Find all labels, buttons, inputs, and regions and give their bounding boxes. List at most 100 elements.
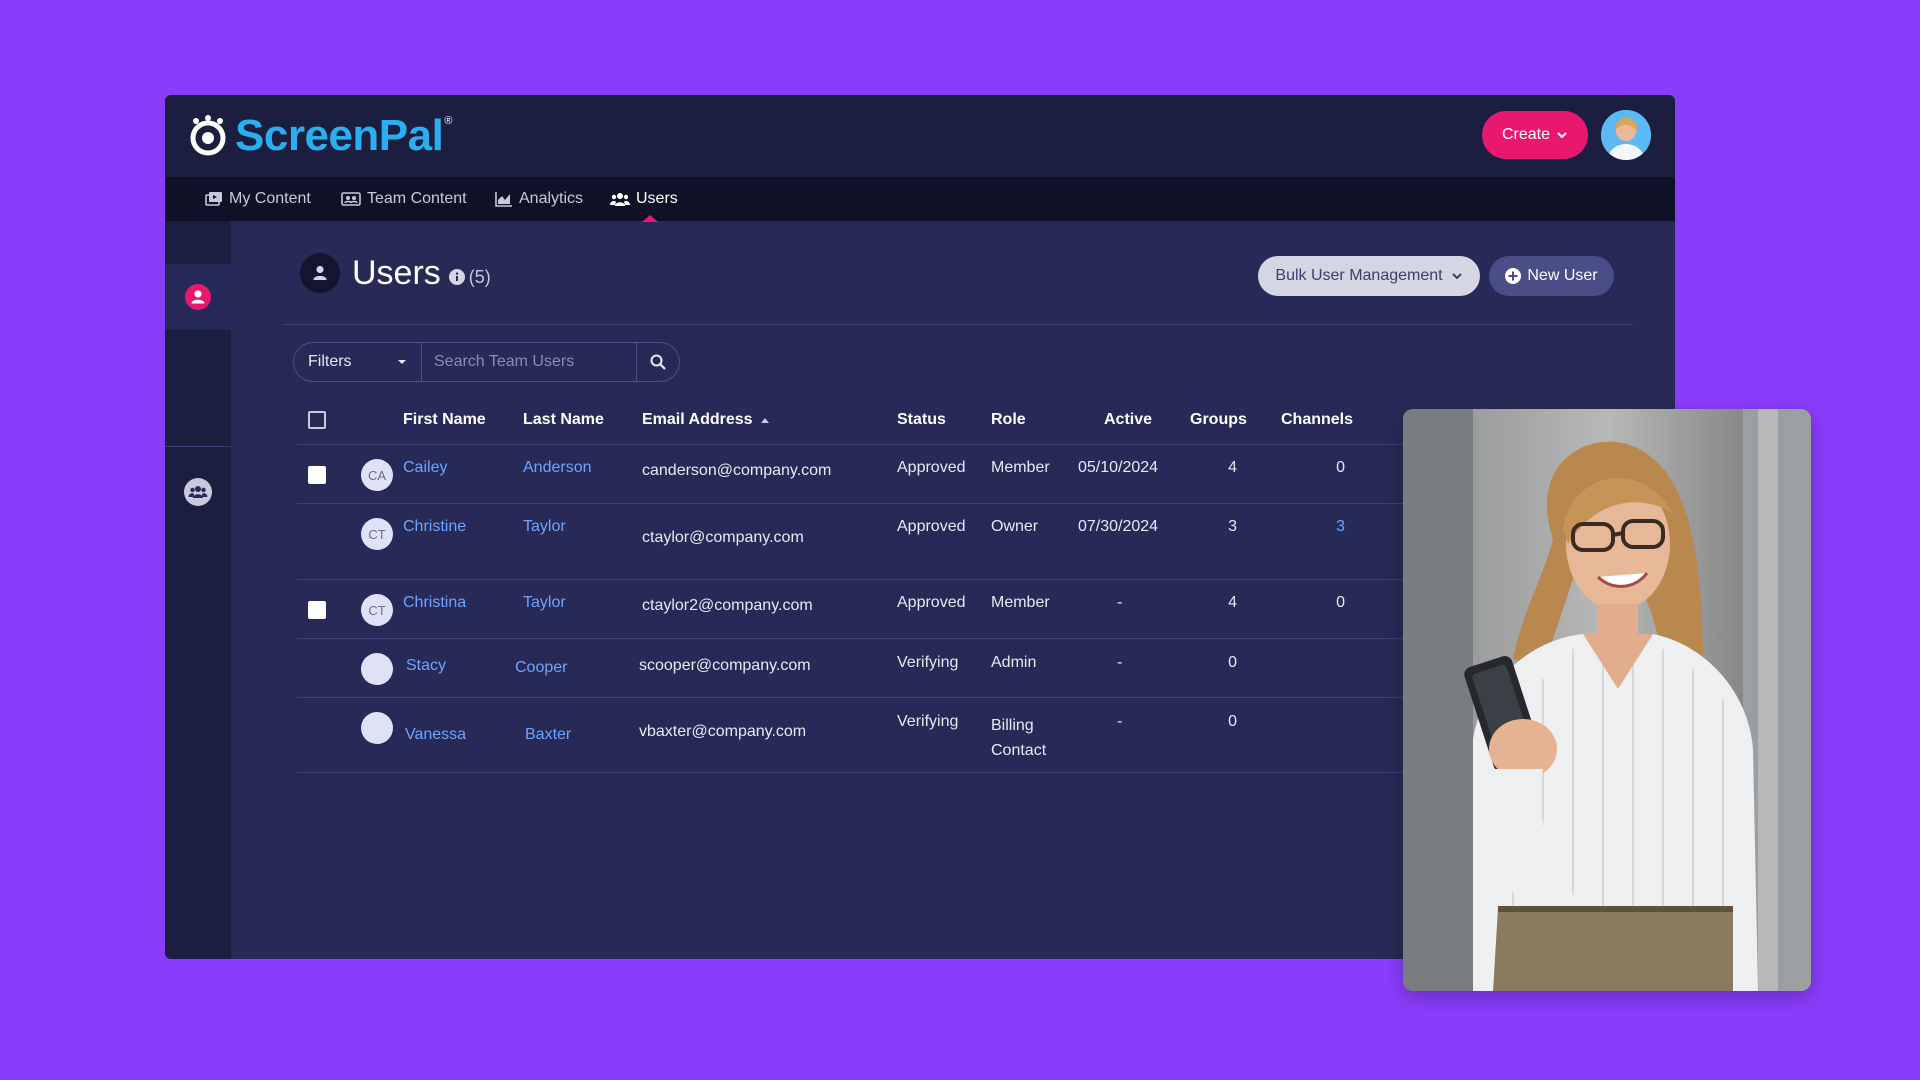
email-cell: scooper@company.com (639, 657, 811, 674)
main-nav: My Content Team Content Analytics Users (165, 177, 1675, 221)
page-title: Users (352, 253, 441, 292)
role-cell: Owner (991, 518, 1039, 535)
col-active[interactable]: Active (1104, 400, 1152, 440)
first-name-link[interactable]: Cailey (403, 459, 447, 477)
channels-link[interactable]: 3 (1297, 518, 1345, 536)
col-email-address-label: Email Address (642, 411, 753, 428)
person-icon (313, 265, 327, 280)
groups-icon (184, 478, 212, 506)
user-count: (5) (468, 266, 491, 287)
col-channels[interactable]: Channels (1281, 400, 1353, 440)
screenpal-logo-icon (190, 115, 226, 156)
brand-name: ScreenPal (235, 111, 444, 160)
active-tab-indicator (642, 215, 658, 222)
screenpal-logo[interactable]: ScreenPal ® (187, 111, 453, 160)
table-row[interactable]: CA Cailey Anderson canderson@company.com… (297, 444, 1557, 503)
nav-users-label: Users (636, 190, 678, 207)
last-name-link[interactable]: Taylor (523, 594, 566, 612)
active-date-cell: - (1117, 713, 1123, 730)
top-bar: ScreenPal ® Create (165, 95, 1675, 177)
user-icon (185, 284, 211, 310)
avatar: CT (361, 594, 393, 626)
avatar (361, 712, 393, 744)
role-cell: Billing Contact (991, 717, 1047, 759)
role-cell: Member (991, 594, 1050, 611)
row-checkbox[interactable] (308, 601, 326, 619)
role-cell: Member (991, 459, 1050, 476)
last-name-link[interactable]: Baxter (525, 726, 571, 744)
table-row[interactable]: CT Christine Taylor ctaylor@company.com … (297, 503, 1557, 579)
avatar: CT (361, 518, 393, 550)
first-name-link[interactable]: Stacy (406, 657, 446, 675)
create-button[interactable]: Create (1482, 111, 1588, 159)
sidebar-divider (165, 446, 231, 447)
table-row[interactable]: Vanessa Baxter vbaxter@company.com Verif… (297, 697, 1557, 773)
select-all-checkbox[interactable] (308, 411, 326, 429)
role-cell: Admin (991, 654, 1037, 671)
table-row[interactable]: CT Christina Taylor ctaylor2@company.com… (297, 579, 1557, 638)
last-name-link[interactable]: Anderson (523, 459, 592, 477)
chevron-down-icon (1557, 132, 1567, 139)
nav-analytics-label: Analytics (519, 190, 584, 207)
sidebar-item-groups[interactable] (165, 459, 231, 525)
nav-analytics[interactable]: Analytics (495, 177, 583, 221)
groups-cell: 0 (1228, 713, 1237, 730)
nav-my-content[interactable]: My Content (205, 177, 311, 221)
search-input[interactable] (422, 343, 637, 381)
search-button[interactable] (637, 343, 679, 381)
plus-circle-icon (1505, 268, 1522, 284)
last-name-link[interactable]: Cooper (515, 659, 567, 677)
info-icon[interactable] (448, 269, 465, 285)
col-email-address[interactable]: Email Address (642, 400, 770, 440)
col-last-name[interactable]: Last Name (523, 400, 604, 440)
groups-cell: 3 (1228, 518, 1237, 535)
groups-cell: 4 (1228, 594, 1237, 611)
user-avatar[interactable] (1601, 110, 1651, 160)
email-cell: vbaxter@company.com (639, 723, 807, 740)
nav-my-content-label: My Content (229, 190, 311, 207)
avatar: CA (361, 459, 393, 491)
first-name-link[interactable]: Christina (403, 594, 466, 612)
create-button-label: Create (1501, 126, 1551, 143)
filters-label: Filters (308, 353, 352, 370)
email-cell: ctaylor2@company.com (642, 597, 813, 614)
woman-with-phone-illustration (1403, 409, 1811, 991)
col-first-name[interactable]: First Name (403, 400, 486, 440)
nav-team-content[interactable]: Team Content (341, 177, 467, 221)
last-name-link[interactable]: Taylor (523, 518, 566, 536)
page-user-icon (300, 253, 340, 293)
filters-dropdown[interactable]: Filters (294, 343, 422, 381)
search-icon (650, 354, 666, 370)
header-divider (283, 324, 1633, 325)
groups-cell: 0 (1228, 654, 1237, 671)
sort-ascending-icon (761, 417, 770, 423)
analytics-icon (495, 192, 512, 207)
status-cell: Verifying (897, 713, 959, 730)
brand-registered-mark: ® (444, 115, 453, 127)
first-name-link[interactable]: Vanessa (405, 726, 466, 744)
status-cell: Verifying (897, 654, 959, 671)
active-date-cell: 07/30/2024 (1078, 518, 1159, 535)
user-avatar-photo (1601, 110, 1651, 160)
col-groups[interactable]: Groups (1190, 400, 1247, 440)
active-date-cell: 05/10/2024 (1078, 459, 1159, 476)
new-user-button[interactable]: New User (1489, 256, 1614, 296)
col-status[interactable]: Status (897, 400, 946, 440)
team-content-icon (341, 192, 361, 206)
col-role[interactable]: Role (991, 400, 1026, 440)
bulk-user-management-label: Bulk User Management (1275, 267, 1443, 284)
status-cell: Approved (897, 594, 966, 611)
page-header: Users (5) (300, 253, 491, 293)
filter-bar: Filters (293, 342, 680, 382)
my-content-icon (205, 192, 222, 206)
first-name-link[interactable]: Christine (403, 518, 466, 536)
bulk-user-management-button[interactable]: Bulk User Management (1258, 256, 1480, 296)
sidebar-item-users[interactable] (165, 264, 231, 330)
channels-cell: 0 (1336, 459, 1345, 476)
active-date-cell: - (1117, 654, 1123, 671)
row-checkbox[interactable] (308, 466, 326, 484)
table-row[interactable]: Stacy Cooper scooper@company.com Verifyi… (297, 638, 1557, 697)
sidebar (165, 221, 231, 959)
avatar (361, 653, 393, 685)
active-date-cell: - (1117, 594, 1123, 611)
